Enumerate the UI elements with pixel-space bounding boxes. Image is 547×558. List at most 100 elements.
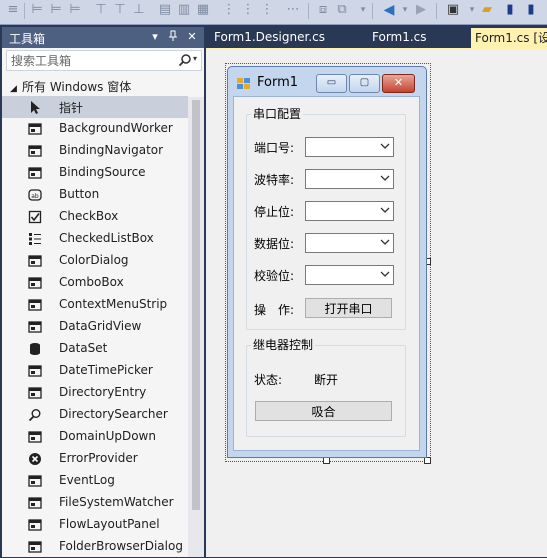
- chevron-down-icon[interactable]: [380, 174, 390, 182]
- toolbox-item-bindingnavigator[interactable]: BindingNavigator: [2, 140, 188, 162]
- minimize-button[interactable]: ▭: [316, 74, 347, 93]
- directory-searcher-icon: [28, 409, 41, 422]
- align-bottom-icon[interactable]: ⊥: [132, 3, 146, 17]
- spacing-icon[interactable]: ⋮: [222, 3, 236, 17]
- make-same-width-icon[interactable]: ▤: [158, 3, 172, 17]
- open-file-icon[interactable]: ▰: [480, 3, 494, 17]
- event-log-icon: [28, 475, 42, 487]
- window-position-icon[interactable]: ▾: [149, 30, 161, 43]
- bring-front-icon[interactable]: ⧉: [335, 3, 349, 17]
- align-right-icon[interactable]: ⊨: [68, 3, 82, 17]
- document-tab-strip: Form1.Designer.cs Form1.cs Form1.cs [设: [206, 27, 547, 48]
- baud-rate-label: 波特率:: [254, 173, 295, 187]
- search-box[interactable]: ▾: [6, 50, 202, 71]
- toolbox-item-combobox[interactable]: ComboBox: [2, 272, 188, 294]
- back-dropdown-icon[interactable]: ▾: [398, 3, 412, 17]
- toolbar-glyph[interactable]: ≡: [6, 3, 20, 17]
- spacing-icon-3[interactable]: ⋮: [260, 3, 274, 17]
- collapse-icon[interactable]: ◢: [10, 84, 22, 94]
- background-worker-icon: [28, 123, 42, 135]
- spacing-icon-2[interactable]: ⋮: [241, 3, 255, 17]
- color-dialog-icon: [28, 255, 42, 267]
- toolbox-item-label: ContextMenuStrip: [59, 297, 168, 311]
- data-bits-label: 数据位:: [254, 237, 295, 251]
- tab-form1-cs-design[interactable]: Form1.cs [设: [471, 28, 547, 48]
- toolbox-item-filesystemwatcher[interactable]: FileSystemWatcher: [2, 492, 188, 514]
- open-port-button[interactable]: 打开串口: [305, 298, 392, 318]
- tab-form1-designer-cs[interactable]: Form1.Designer.cs: [214, 30, 325, 48]
- toolbox-item-label: FileSystemWatcher: [59, 495, 174, 509]
- toolbox-item-directoryentry[interactable]: DirectoryEntry: [2, 382, 188, 404]
- pin-icon[interactable]: [167, 30, 179, 45]
- toolbox-item-dataset[interactable]: DataSet: [2, 338, 188, 360]
- toolbox-item-label: CheckBox: [59, 209, 119, 223]
- stop-bits-combobox[interactable]: [305, 201, 394, 221]
- toolbox-item-label: CheckedListBox: [59, 231, 154, 245]
- toolbox-item-pointer[interactable]: 指针: [2, 96, 188, 118]
- chevron-down-icon[interactable]: [380, 206, 390, 214]
- make-same-height-icon[interactable]: ▥: [177, 3, 191, 17]
- baud-rate-combobox[interactable]: [305, 169, 394, 189]
- parity-combobox[interactable]: [305, 265, 394, 285]
- toolbox-item-domainupdown[interactable]: DomainUpDown: [2, 426, 188, 448]
- toolbox-item-label: ColorDialog: [59, 253, 129, 267]
- toolbox-item-contextmenustrip[interactable]: ContextMenuStrip: [2, 294, 188, 316]
- toolbox-scrollbar[interactable]: [188, 97, 204, 557]
- toolbox-panel: 工具箱 ▾ ✕ ▾ ◢所有 Windows 窗体 指针 BackgroundWor…: [2, 27, 204, 557]
- align-center-icon[interactable]: ⊨: [49, 3, 63, 17]
- search-icon[interactable]: [178, 53, 192, 67]
- save-icon[interactable]: ▮: [503, 3, 517, 17]
- forward-icon[interactable]: ▶: [414, 3, 428, 17]
- port-label: 端口号:: [254, 141, 295, 155]
- date-time-picker-icon: [28, 365, 42, 377]
- maximize-button[interactable]: ▢: [349, 74, 380, 93]
- resize-handle-corner[interactable]: [424, 457, 431, 464]
- toolbox-item-checkbox[interactable]: CheckBox: [2, 206, 188, 228]
- scrollbar-thumb[interactable]: [192, 100, 200, 510]
- port-combobox[interactable]: [305, 137, 394, 157]
- size-to-grid-icon[interactable]: ▦: [196, 3, 210, 17]
- chevron-down-icon[interactable]: [380, 270, 390, 278]
- search-input[interactable]: [7, 51, 171, 70]
- form-close-button[interactable]: ✕: [382, 74, 415, 93]
- toolbox-item-eventlog[interactable]: EventLog: [2, 470, 188, 492]
- toolbar-dropdown-icon[interactable]: ▾: [356, 3, 370, 17]
- toolbox-item-button[interactable]: ab Button: [2, 184, 188, 206]
- toolbox-item-backgroundworker[interactable]: BackgroundWorker: [2, 118, 188, 140]
- toolbox-item-label: BindingSource: [59, 165, 146, 179]
- toolbox-item-flowlayoutpanel[interactable]: FlowLayoutPanel: [2, 514, 188, 536]
- parity-label: 校验位:: [254, 269, 295, 283]
- toolbox-item-bindingsource[interactable]: BindingSource: [2, 162, 188, 184]
- relay-close-button[interactable]: 吸合: [255, 401, 392, 421]
- toolbox-item-checkedlistbox[interactable]: CheckedListBox: [2, 228, 188, 250]
- toolbox-item-errorprovider[interactable]: ErrorProvider: [2, 448, 188, 470]
- align-top-icon[interactable]: ⊤: [94, 3, 108, 17]
- toolbox-item-folderbrowserdialog[interactable]: FolderBrowserDialog: [2, 536, 188, 558]
- center-icon[interactable]: ⧈: [316, 3, 330, 17]
- toolbox-item-label: ComboBox: [59, 275, 124, 289]
- close-icon[interactable]: ✕: [186, 30, 198, 43]
- group-label: 所有 Windows 窗体: [22, 80, 132, 94]
- toolbox-item-label: DomainUpDown: [59, 429, 156, 443]
- toolbox-item-colordialog[interactable]: ColorDialog: [2, 250, 188, 272]
- new-item-icon[interactable]: ▣: [446, 3, 460, 17]
- chevron-down-icon[interactable]: [380, 238, 390, 246]
- vertical-spacing-icon[interactable]: ⋯: [286, 3, 300, 17]
- new-item-dropdown-icon[interactable]: ▾: [465, 3, 479, 17]
- toolbox-item-datagridview[interactable]: DataGridView: [2, 316, 188, 338]
- toolbox-item-datetimepicker[interactable]: DateTimePicker: [2, 360, 188, 382]
- toolbox-group-header[interactable]: ◢ 所有 Windows 窗体: [10, 78, 131, 96]
- toolbox-item-directorysearcher[interactable]: DirectorySearcher: [2, 404, 188, 426]
- toolbox-item-label: DirectorySearcher: [59, 407, 168, 421]
- resize-handle-bottom[interactable]: [323, 457, 330, 464]
- align-left-icon[interactable]: ⊨: [30, 3, 44, 17]
- chevron-down-icon[interactable]: [380, 142, 390, 150]
- align-middle-icon[interactable]: ⊤: [113, 3, 127, 17]
- toolbar: ≡ ⊨ ⊨ ⊨ ⊤ ⊤ ⊥ ▤ ▥ ▦ ⋮ ⋮ ⋮ ⋯ ⧈ ⧉ ▾ ◀ ▾ ▶ …: [0, 0, 547, 25]
- back-icon[interactable]: ◀: [382, 3, 396, 17]
- data-bits-combobox[interactable]: [305, 233, 394, 253]
- search-options-icon[interactable]: ▾: [193, 54, 197, 63]
- tab-form1-cs[interactable]: Form1.cs: [372, 30, 427, 48]
- save-all-icon[interactable]: ▮: [524, 3, 538, 17]
- operate-label: 操 作:: [254, 303, 295, 317]
